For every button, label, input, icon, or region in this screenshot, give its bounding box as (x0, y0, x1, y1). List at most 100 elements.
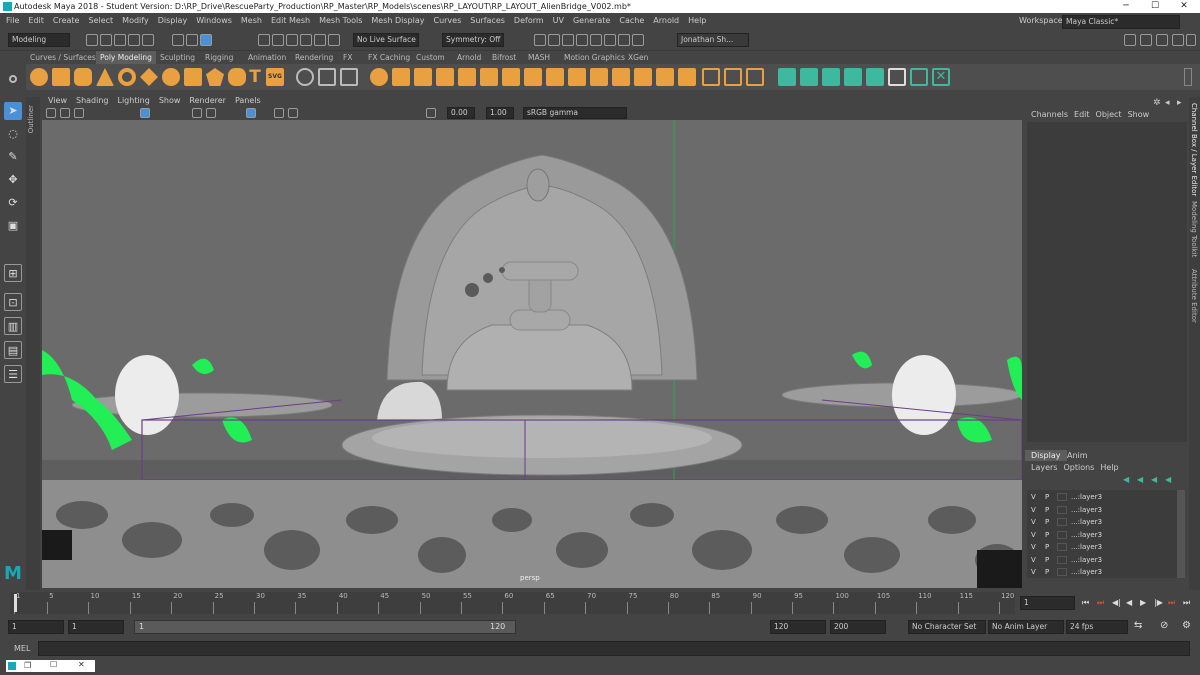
shelf-tab-motion-graphics[interactable]: Motion Graphics (560, 51, 629, 64)
combine-icon[interactable] (318, 68, 336, 86)
fps-dropdown[interactable]: 24 fps (1066, 620, 1128, 634)
sphere-icon[interactable] (30, 68, 48, 86)
tab-attribute-editor[interactable]: Attribute Editor (1190, 269, 1198, 323)
mel-label[interactable]: MEL (14, 644, 30, 653)
quad-draw-icon[interactable] (678, 68, 696, 86)
smooth-shade-icon[interactable] (206, 108, 216, 118)
menu-file[interactable]: File (6, 16, 19, 25)
snap-view-icon[interactable] (300, 34, 312, 46)
menu-select[interactable]: Select (88, 16, 113, 25)
layer-tab-anim[interactable]: Anim (1061, 450, 1094, 461)
snap-vertex-icon[interactable] (328, 34, 340, 46)
layer-playback-toggle[interactable]: P (1045, 541, 1049, 553)
layer-row[interactable]: V P ...:layer3 (1027, 504, 1175, 516)
menu-uv[interactable]: UV (553, 16, 564, 25)
timeline-track[interactable]: 1 5 10 15 20 25 30 35 40 45 50 55 60 65 70 75 80 85 90 95 10… (10, 592, 1015, 614)
svg-icon[interactable]: SVG (266, 68, 284, 86)
boolean-icon[interactable] (524, 68, 542, 86)
back-icon[interactable]: ◂ (1165, 98, 1170, 108)
disc-icon[interactable] (162, 68, 180, 86)
gear-icon[interactable]: ✲ (1153, 98, 1161, 108)
layer-visibility-toggle[interactable]: V (1031, 504, 1036, 516)
go-end-icon[interactable]: ⏭ (1183, 598, 1190, 608)
layout-uv-icon[interactable] (888, 68, 906, 86)
menu-surfaces[interactable]: Surfaces (470, 16, 505, 25)
pipe-icon[interactable] (184, 68, 202, 86)
offset-loop-icon[interactable] (612, 68, 630, 86)
redo-icon[interactable] (142, 34, 154, 46)
unfold-icon[interactable] (866, 68, 884, 86)
layer-editor-toggle-icon[interactable] (1186, 34, 1196, 46)
layer-name[interactable]: ...:layer3 (1071, 516, 1102, 528)
shelf-scroll-icon[interactable] (1184, 68, 1192, 86)
single-view-icon[interactable]: ⊞ (4, 264, 22, 282)
end-frame-field[interactable]: 200 (830, 620, 886, 634)
snap-grid-icon[interactable] (258, 34, 270, 46)
layer-color-swatch[interactable] (1057, 568, 1067, 576)
menu-curves[interactable]: Curves (433, 16, 461, 25)
select-tool-icon[interactable]: ➤ (4, 102, 22, 120)
menu-display[interactable]: Display (158, 16, 188, 25)
step-forward-key-icon[interactable]: ⏭ (1168, 598, 1175, 608)
colorspace-dropdown[interactable]: sRGB gamma (523, 107, 627, 119)
uv-editor-icon[interactable] (702, 68, 720, 86)
shelf-settings-icon[interactable] (9, 75, 17, 83)
range-bar[interactable]: 1 120 (134, 620, 516, 634)
bevel-icon[interactable] (370, 68, 388, 86)
layer-playback-toggle[interactable]: P (1045, 529, 1049, 541)
shelf-tab-fx[interactable]: FX (339, 51, 356, 64)
collapse-icon[interactable] (634, 68, 652, 86)
layer-row[interactable]: V P ...:layer3 (1027, 566, 1175, 578)
menu-edit-mesh[interactable]: Edit Mesh (271, 16, 310, 25)
loop-icon[interactable]: ⇆ (1134, 620, 1142, 631)
separate-icon[interactable] (340, 68, 358, 86)
target-weld-icon[interactable] (568, 68, 586, 86)
anim-prefs-icon[interactable]: ⚙ (1182, 620, 1191, 631)
character-set-dropdown[interactable]: No Character Set (908, 620, 986, 634)
layer-row[interactable]: V P ...:layer3 (1027, 529, 1175, 541)
channelbox-menu-edit[interactable]: Edit (1074, 110, 1090, 119)
tab-modeling-toolkit[interactable]: Modeling Toolkit (1190, 201, 1198, 257)
maximize-button[interactable]: ☐ (1141, 0, 1169, 13)
ipr-render-icon[interactable] (548, 34, 560, 46)
layer-playback-toggle[interactable]: P (1045, 566, 1049, 578)
select-object-icon[interactable] (186, 34, 198, 46)
fill-hole-icon[interactable] (458, 68, 476, 86)
layer-menu-layers[interactable]: Layers (1031, 463, 1057, 472)
four-view-icon[interactable]: ⊡ (4, 293, 22, 311)
viewport-persp[interactable]: persp (42, 120, 1022, 588)
checker-icon[interactable] (910, 68, 928, 86)
layer-color-swatch[interactable] (1057, 530, 1067, 539)
menu-deform[interactable]: Deform (514, 16, 544, 25)
superellipse-icon[interactable] (228, 68, 246, 86)
wireframe-icon[interactable] (192, 108, 202, 118)
camera-attr-icon[interactable] (46, 108, 56, 118)
layer-menu-options[interactable]: Options (1063, 463, 1094, 472)
rotate-tool-icon[interactable]: ⟳ (4, 194, 22, 212)
go-start-icon[interactable]: ⏮ (1082, 598, 1089, 608)
select-hierarchy-icon[interactable] (172, 34, 184, 46)
channelbox-menu-channels[interactable]: Channels (1031, 110, 1068, 119)
layer-menu-help[interactable]: Help (1100, 463, 1118, 472)
shelf-tab-fx-caching[interactable]: FX Caching (364, 51, 414, 64)
start-frame-field[interactable]: 1 (8, 620, 64, 634)
layer-name[interactable]: ...:layer3 (1071, 566, 1102, 578)
step-forward-icon[interactable]: |▶ (1154, 598, 1163, 607)
delete-history-icon[interactable]: ✕ (932, 68, 950, 86)
insert-loop-icon[interactable] (590, 68, 608, 86)
menu-mesh-tools[interactable]: Mesh Tools (319, 16, 362, 25)
close-button[interactable]: ✕ (1170, 0, 1198, 13)
hypershade-icon[interactable] (576, 34, 588, 46)
shelf-tab-poly-modeling[interactable]: Poly Modeling (96, 51, 156, 64)
layer-row[interactable]: V P ...:layer3 (1027, 541, 1175, 553)
viewport-menu-shading[interactable]: Shading (76, 96, 109, 105)
move-tool-icon[interactable]: ✥ (4, 171, 22, 189)
anim-layer-dropdown[interactable]: No Anim Layer (988, 620, 1064, 634)
layer-playback-toggle[interactable]: P (1045, 491, 1049, 503)
snap-point-icon[interactable] (286, 34, 298, 46)
layer-row[interactable]: V P ...:layer3 (1027, 554, 1175, 566)
viewport-menu-panels[interactable]: Panels (235, 96, 261, 105)
workspace-dropdown[interactable]: Maya Classic* (1062, 15, 1180, 29)
layout-two-icon[interactable]: ▥ (4, 317, 22, 335)
layer-row[interactable]: V P ...:layer3 (1027, 516, 1175, 528)
